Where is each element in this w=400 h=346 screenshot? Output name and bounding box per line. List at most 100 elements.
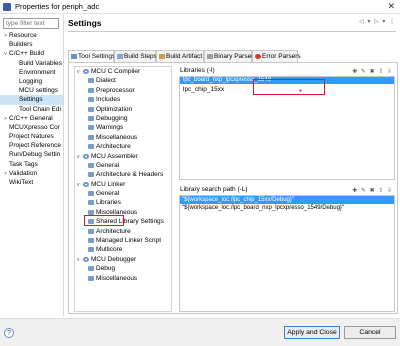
nav-item-label: Resource bbox=[9, 32, 37, 39]
search-path-row[interactable]: "${workspace_loc:/lpc_board_nxp_lpcxpres… bbox=[180, 204, 394, 212]
tree-node[interactable]: Miscellaneous bbox=[75, 133, 171, 142]
nav-item[interactable]: Environment bbox=[0, 68, 63, 77]
tree-node[interactable]: Dialect bbox=[75, 76, 171, 85]
nav-item[interactable]: Project Reference bbox=[0, 141, 63, 150]
tool-settings-panel: v MCU C Compiler Dialect Preprocessor Includ… bbox=[68, 62, 398, 314]
nav-item[interactable]: Logging bbox=[0, 77, 63, 86]
nav-item[interactable]: Build Variables bbox=[0, 59, 63, 68]
tree-node[interactable]: Debugging bbox=[75, 114, 171, 123]
settings-page-icon bbox=[88, 125, 94, 131]
tree-node[interactable]: Preprocessor bbox=[75, 86, 171, 95]
tree-node[interactable]: Includes bbox=[75, 95, 171, 104]
highlight-box-libraries bbox=[84, 215, 124, 226]
settings-page-icon bbox=[88, 115, 94, 121]
gear-icon bbox=[83, 181, 89, 187]
history-nav-icons[interactable]: ◁ ▾ ▷ ▾ ⋮ bbox=[359, 18, 396, 25]
left-navigation-pane: >ResourceBuildersvC/C++ BuildBuild Varia… bbox=[0, 14, 64, 316]
tree-node[interactable]: v MCU Linker bbox=[75, 180, 171, 189]
navigation-tree: > Resource Builders v C/C++ Build Build Varia… bbox=[0, 31, 63, 187]
tree-node-label: Includes bbox=[96, 96, 121, 104]
apply-and-close-button[interactable]: Apply and Close bbox=[284, 326, 340, 339]
highlight-box-library-entry: ● bbox=[253, 79, 325, 95]
tree-node-label: General bbox=[96, 161, 120, 169]
nav-item-label: MCUXpresso Cor bbox=[9, 123, 60, 131]
nav-item[interactable]: MCUXpresso Cor bbox=[0, 123, 63, 132]
tree-node-label: Debugging bbox=[96, 114, 128, 122]
chevron-right-icon[interactable]: > bbox=[2, 170, 9, 178]
settings-page-icon bbox=[88, 144, 94, 150]
close-icon[interactable]: ✕ bbox=[387, 1, 395, 12]
tab-error-parsers[interactable]: Error Parsers bbox=[252, 50, 301, 62]
settings-page-icon bbox=[88, 191, 94, 197]
search-path-row[interactable]: "${workspace_loc:/lpc_chip_15xx/Debug}" bbox=[180, 196, 394, 204]
tree-node[interactable]: General bbox=[75, 189, 171, 198]
tab-binary-parsers[interactable]: Binary Parsers bbox=[204, 50, 257, 62]
nav-item-label: Builders bbox=[9, 41, 33, 49]
nav-item[interactable]: Tool Chain Edi bbox=[0, 105, 63, 114]
tree-node[interactable]: General bbox=[75, 161, 171, 170]
tree-node-label: MCU Linker bbox=[91, 180, 126, 188]
chevron-right-icon[interactable]: > bbox=[2, 115, 9, 123]
settings-page-icon bbox=[88, 97, 94, 103]
tree-node[interactable]: Architecture bbox=[75, 142, 171, 151]
tree-node-label: MCU C Compiler bbox=[91, 68, 141, 75]
chevron-down-icon[interactable]: v bbox=[2, 50, 9, 58]
tree-node-label: Architecture bbox=[96, 143, 131, 151]
nav-item[interactable]: Run/Debug Settin bbox=[0, 150, 63, 159]
tab-bar: Tool Settings Build Steps Build Artifact… bbox=[68, 50, 398, 62]
tree-node[interactable]: v MCU C Compiler bbox=[75, 67, 171, 76]
tab-label: Binary Parsers bbox=[214, 53, 257, 60]
nav-item-label: Environment bbox=[19, 68, 56, 76]
gear-icon bbox=[83, 69, 89, 74]
nav-item[interactable]: Builders bbox=[0, 40, 63, 49]
search-path-list[interactable]: "${workspace_loc:/lpc_chip_15xx/Debug}" … bbox=[179, 195, 395, 312]
filter-input[interactable] bbox=[3, 18, 59, 29]
tree-node[interactable]: Optimization bbox=[75, 105, 171, 114]
nav-item[interactable]: Task Tags bbox=[0, 160, 63, 169]
chevron-right-icon[interactable]: > bbox=[2, 32, 9, 40]
tab-build-steps[interactable]: Build Steps bbox=[114, 50, 157, 62]
settings-page: Settings ◁ ▾ ▷ ▾ ⋮ Tool Settings Build S… bbox=[64, 14, 400, 316]
nav-item[interactable]: v C/C++ Build bbox=[0, 49, 63, 58]
settings-page-icon bbox=[88, 162, 94, 168]
tree-node[interactable]: Debug bbox=[75, 264, 171, 273]
tab-label: Build Steps bbox=[124, 53, 157, 60]
libraries-list[interactable]: lpc_board_nxp_lpcxpresso_1549 lpc_chip_1… bbox=[179, 76, 395, 180]
nav-item-label: Tool Chain Edi bbox=[19, 105, 61, 113]
tree-node[interactable]: v MCU Debugger bbox=[75, 255, 171, 264]
library-edit-value[interactable]: lpc_chip_15xx bbox=[183, 86, 224, 93]
cancel-button[interactable]: Cancel bbox=[344, 326, 396, 339]
settings-page-icon bbox=[88, 228, 94, 234]
tree-node-label: Architecture bbox=[96, 227, 131, 235]
tree-node[interactable]: Multicore bbox=[75, 245, 171, 254]
nav-item[interactable]: Settings bbox=[0, 95, 63, 105]
nav-item-label: MCU settings bbox=[19, 87, 59, 95]
settings-page-icon bbox=[88, 275, 94, 281]
nav-item-label: C/C++ General bbox=[9, 114, 53, 122]
search-path-header: Library search path (-L) ✚ ✎ ✖ ⇧ ⇩ bbox=[179, 185, 395, 195]
tree-node[interactable]: v MCU Assembler bbox=[75, 152, 171, 161]
tree-node-label: Miscellaneous bbox=[96, 274, 138, 282]
tree-node[interactable]: Libraries bbox=[75, 198, 171, 207]
nav-item[interactable]: WikiText bbox=[0, 178, 63, 187]
tree-node[interactable]: Architecture bbox=[75, 227, 171, 236]
tab-build-artifact[interactable]: Build Artifact bbox=[156, 50, 204, 62]
libraries-header: Libraries (-l) ✚ ✎ ✖ ⇧ ⇩ bbox=[179, 66, 395, 76]
help-icon[interactable]: ? bbox=[4, 328, 14, 338]
tab-tool-settings[interactable]: Tool Settings bbox=[68, 50, 115, 62]
error-parsers-icon bbox=[255, 54, 261, 59]
tree-node-label: Debug bbox=[96, 265, 116, 273]
nav-item-label: WikiText bbox=[9, 179, 34, 186]
nav-item[interactable]: MCU settings bbox=[0, 86, 63, 95]
nav-item[interactable]: > C/C++ General bbox=[0, 114, 63, 123]
nav-item-label: Project Natures bbox=[9, 133, 54, 141]
nav-item[interactable]: > Validation bbox=[0, 169, 63, 178]
tree-node[interactable]: Warnings bbox=[75, 123, 171, 132]
tree-node[interactable]: Managed Linker Script bbox=[75, 236, 171, 245]
title-bar: Properties for periph_adc ✕ bbox=[0, 0, 400, 14]
nav-item[interactable]: > Resource bbox=[0, 31, 63, 40]
nav-item[interactable]: Project Natures bbox=[0, 132, 63, 141]
tree-node[interactable]: Architecture & Headers bbox=[75, 170, 171, 179]
tree-node[interactable]: Miscellaneous bbox=[75, 274, 171, 283]
page-title: Settings bbox=[68, 18, 102, 28]
